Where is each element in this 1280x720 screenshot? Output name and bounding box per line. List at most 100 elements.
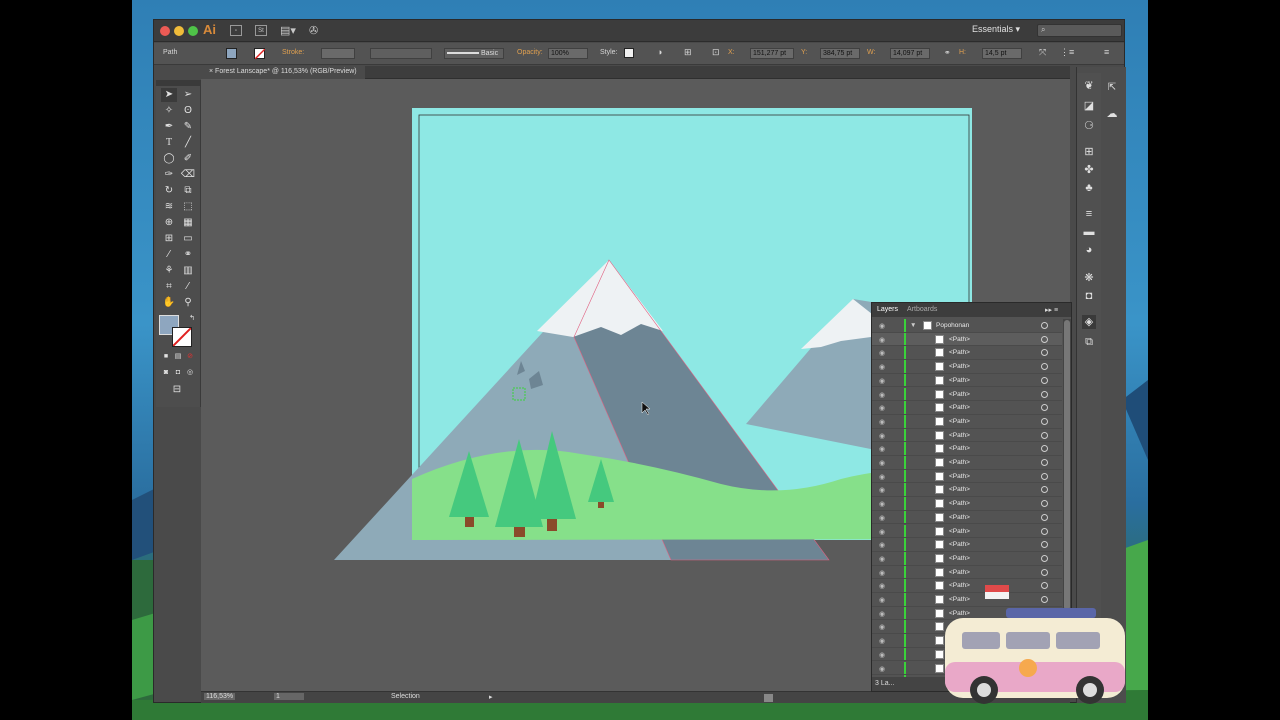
visibility-eye-icon[interactable]: ◉ <box>879 336 885 344</box>
horizontal-scrollbar-thumb[interactable] <box>764 694 773 702</box>
isolate-icon[interactable]: ⋮≡ <box>1060 47 1074 58</box>
eyedropper-tool-icon[interactable]: ⁄ <box>161 248 177 262</box>
graphic-style-swatch[interactable] <box>624 48 634 58</box>
curvature-tool-icon[interactable]: ✎ <box>180 120 196 134</box>
visibility-eye-icon[interactable]: ◉ <box>879 473 885 481</box>
visibility-eye-icon[interactable]: ◉ <box>879 322 885 330</box>
visibility-eye-icon[interactable]: ◉ <box>879 500 885 508</box>
recolor-artwork-icon[interactable]: ◑ <box>657 47 662 57</box>
disclosure-triangle-icon[interactable]: ▼ <box>910 322 916 329</box>
visibility-eye-icon[interactable]: ◉ <box>879 418 885 426</box>
tab-artboards[interactable]: Artboards <box>907 306 937 313</box>
target-icon[interactable] <box>1041 513 1048 521</box>
target-icon[interactable] <box>1041 390 1048 398</box>
stock-button[interactable]: St <box>255 25 267 36</box>
visibility-eye-icon[interactable]: ◉ <box>879 514 885 522</box>
workspace-switcher[interactable]: Essentials ▾ <box>972 24 1020 35</box>
visibility-eye-icon[interactable]: ◉ <box>879 541 885 549</box>
gpu-performance-icon[interactable]: ✇ <box>309 24 318 38</box>
symbols-icon[interactable]: ♣ <box>1082 181 1096 195</box>
target-icon[interactable] <box>1041 322 1048 329</box>
close-tab-icon[interactable]: × <box>209 68 213 75</box>
hand-tool-icon[interactable]: ✋ <box>161 296 177 310</box>
w-field[interactable]: 14,097 pt <box>890 48 930 59</box>
arrange-documents-button[interactable]: ▤▾ <box>280 24 296 38</box>
artboards-panel-icon[interactable]: ⧉ <box>1082 335 1096 349</box>
stroke-weight-field[interactable] <box>321 48 355 59</box>
properties-icon[interactable]: ◪ <box>1082 99 1096 113</box>
opacity-label[interactable]: Opacity: <box>517 49 543 56</box>
target-icon[interactable] <box>1041 568 1048 576</box>
draw-inside-icon[interactable]: ◎ <box>182 366 198 380</box>
zoom-tool-icon[interactable]: ⚲ <box>180 296 196 310</box>
layer-row[interactable]: ◉ <Path> <box>872 428 1062 443</box>
current-tool-status[interactable]: Selection <box>391 693 420 700</box>
visibility-eye-icon[interactable]: ◉ <box>879 528 885 536</box>
target-icon[interactable] <box>1041 417 1048 425</box>
x-field[interactable]: 151,277 pt <box>750 48 794 59</box>
paintbrush-tool-icon[interactable]: ✐ <box>180 152 196 166</box>
reference-point-icon[interactable]: ⊡ <box>712 47 720 58</box>
target-icon[interactable] <box>1041 445 1048 453</box>
transform-panel-icon[interactable]: ⊞ <box>1082 145 1096 159</box>
layer-row[interactable]: ◉ <Path> <box>872 401 1062 415</box>
visibility-eye-icon[interactable]: ◉ <box>879 665 885 673</box>
export-icon[interactable]: ⇱ <box>1105 81 1119 95</box>
lasso-tool-icon[interactable]: ʘ <box>180 104 196 118</box>
shaper-tool-icon[interactable]: ✑ <box>161 168 177 182</box>
artboard-number-field[interactable]: 1 <box>274 693 304 700</box>
rotate-tool-icon[interactable]: ↻ <box>161 184 177 198</box>
target-icon[interactable] <box>1041 472 1048 480</box>
layer-row[interactable]: ◉ <Path> <box>872 524 1062 539</box>
visibility-eye-icon[interactable]: ◉ <box>879 377 885 385</box>
target-icon[interactable] <box>1041 431 1048 439</box>
visibility-eye-icon[interactable]: ◉ <box>879 349 885 357</box>
constrain-proportions-icon[interactable]: ⚭ <box>944 48 951 57</box>
slice-tool-icon[interactable]: ⁄ <box>180 280 196 294</box>
panel-menu-icon[interactable]: ▸▸ ≡ <box>1045 306 1058 314</box>
brush-definition-dropdown[interactable]: Basic <box>444 48 504 59</box>
asset-export-icon[interactable]: ◘ <box>1082 289 1096 303</box>
magic-wand-tool-icon[interactable]: ✧ <box>161 104 177 118</box>
color-panel-icon[interactable]: ◕ <box>1082 243 1096 257</box>
visibility-eye-icon[interactable]: ◉ <box>879 404 885 412</box>
document-tab[interactable]: × Forest Lanscape* @ 116,53% (RGB/Previe… <box>201 66 365 79</box>
graphic-styles-icon[interactable]: ❋ <box>1082 271 1096 285</box>
layer-row[interactable]: ◉ <Path> <box>872 373 1062 388</box>
visibility-eye-icon[interactable]: ◉ <box>879 637 885 645</box>
fill-swatch[interactable] <box>226 48 237 59</box>
layer-row[interactable]: ◉ <Path> <box>872 538 1062 552</box>
stroke-swatch[interactable] <box>254 48 265 59</box>
gradient-tool-icon[interactable]: ▭ <box>180 232 196 246</box>
layer-row[interactable]: ◉ <Path> <box>872 414 1062 429</box>
close-window-button[interactable] <box>160 26 170 36</box>
visibility-eye-icon[interactable]: ◉ <box>879 391 885 399</box>
zoom-window-button[interactable] <box>188 26 198 36</box>
appearance-icon[interactable]: ⚆ <box>1082 119 1096 133</box>
target-icon[interactable] <box>1041 376 1048 384</box>
visibility-eye-icon[interactable]: ◉ <box>879 582 885 590</box>
swap-fill-stroke-icon[interactable]: ↰ <box>184 312 200 326</box>
brushes-icon[interactable]: ✤ <box>1082 163 1096 177</box>
play-icon[interactable]: ▸ <box>489 693 493 701</box>
layer-row[interactable]: ◉ <Path> <box>872 346 1062 361</box>
layer-row[interactable]: ◉ <Path> <box>872 469 1062 484</box>
perspective-grid-tool-icon[interactable]: ▦ <box>180 216 196 230</box>
variable-width-dropdown[interactable] <box>370 48 432 59</box>
target-icon[interactable] <box>1041 554 1048 562</box>
panel-menu-icon[interactable]: ≡ <box>1104 47 1109 57</box>
target-icon[interactable] <box>1041 527 1048 535</box>
visibility-eye-icon[interactable]: ◉ <box>879 623 885 631</box>
width-tool-icon[interactable]: ≋ <box>161 200 177 214</box>
layer-row[interactable]: ◉ <Path> <box>872 360 1062 374</box>
zoom-field[interactable]: 116,53% <box>204 693 236 700</box>
tab-layers[interactable]: Layers <box>877 306 898 313</box>
visibility-eye-icon[interactable]: ◉ <box>879 459 885 467</box>
visibility-eye-icon[interactable]: ◉ <box>879 445 885 453</box>
visibility-eye-icon[interactable]: ◉ <box>879 432 885 440</box>
target-icon[interactable] <box>1041 349 1048 357</box>
y-field[interactable]: 384,75 pt <box>820 48 860 59</box>
layer-row[interactable]: ◉ <Path> <box>872 332 1062 347</box>
visibility-eye-icon[interactable]: ◉ <box>879 363 885 371</box>
none-mode-icon[interactable]: ⊘ <box>182 350 198 364</box>
